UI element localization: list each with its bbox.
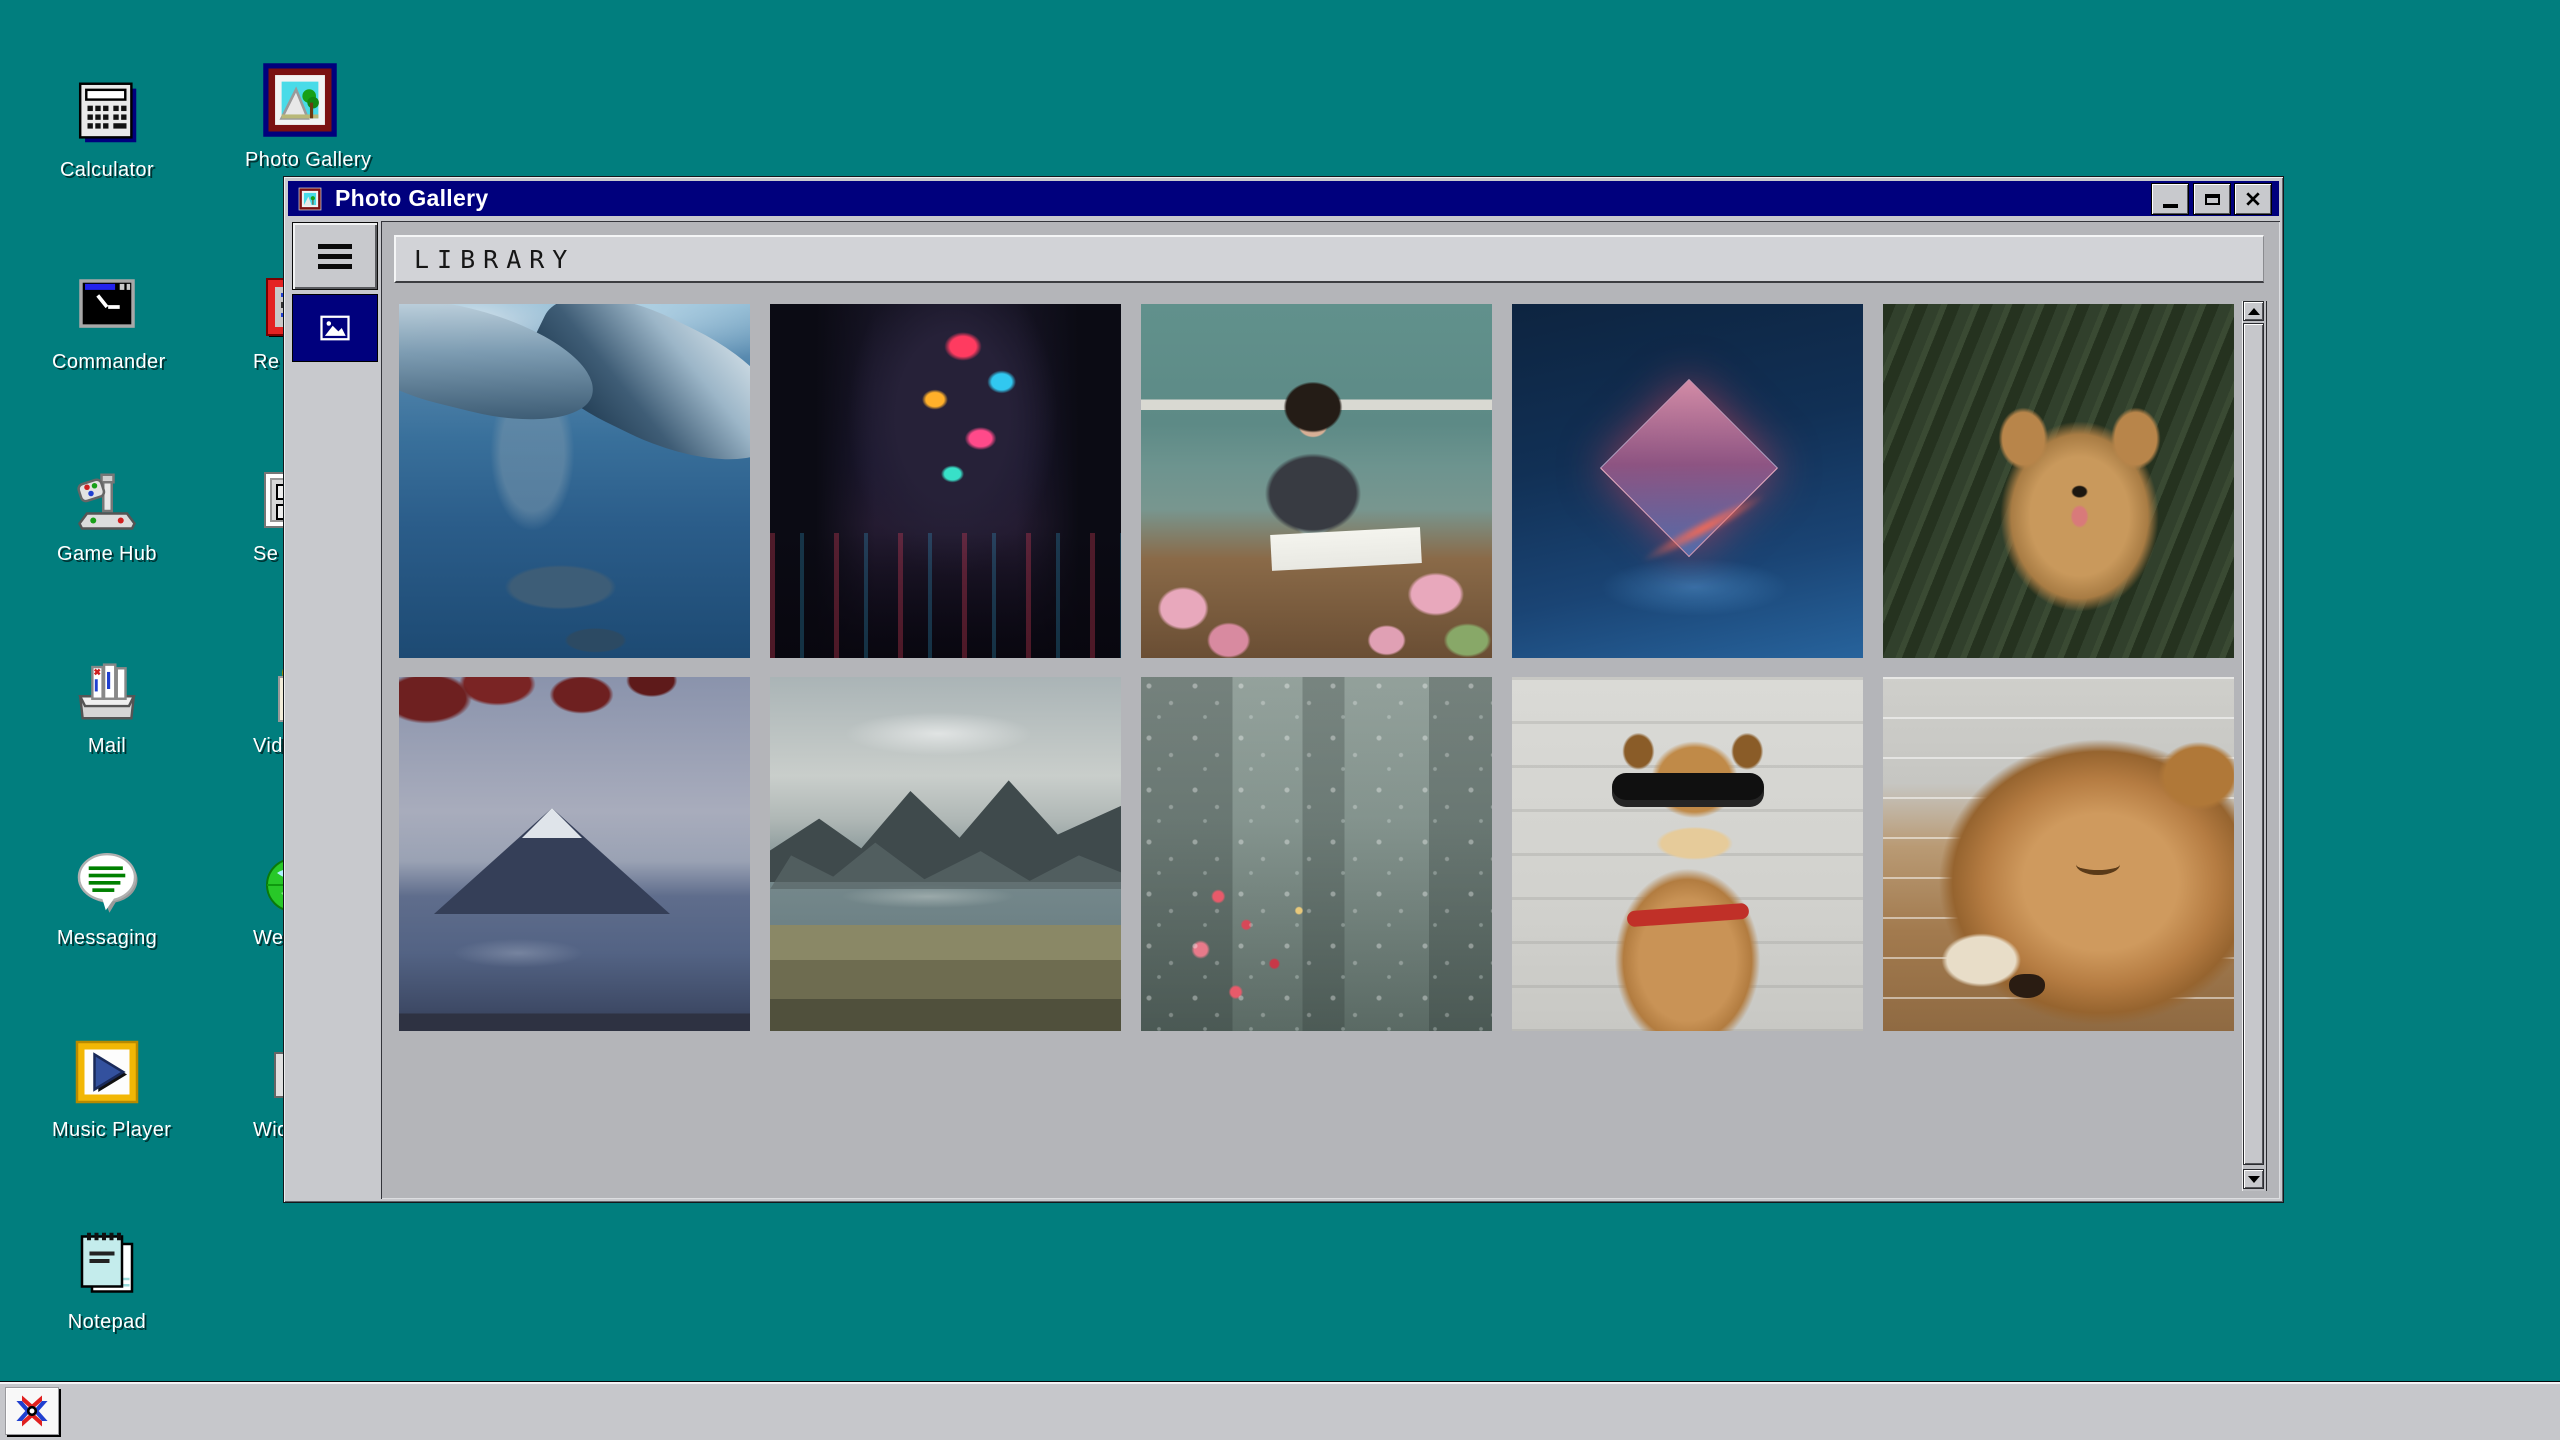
joystick-icon bbox=[67, 456, 147, 536]
framed-photo-icon bbox=[297, 186, 323, 212]
desktop-icon-label: Game Hub bbox=[52, 543, 162, 566]
desktop-icon-notepad[interactable]: Notepad bbox=[52, 1224, 162, 1334]
framed-photo-icon bbox=[258, 58, 342, 142]
window-titlebar[interactable]: Photo Gallery bbox=[288, 181, 2279, 216]
desktop-icon-label: Commander bbox=[52, 351, 162, 374]
taskbar: 321 λ# 8:05 PM bbox=[0, 1381, 2560, 1440]
vertical-scrollbar[interactable] bbox=[2242, 301, 2267, 1191]
photo-thumbnail-mount-fuji[interactable] bbox=[399, 677, 750, 1031]
desktop-icon-calculator[interactable]: Calculator bbox=[52, 72, 162, 182]
desktop: Calculator Commander Game Hub Mail Messa… bbox=[0, 0, 2560, 1440]
scroll-down-button[interactable] bbox=[2243, 1169, 2264, 1189]
desktop-icon-mail[interactable]: Mail bbox=[52, 648, 162, 758]
arrow-down-icon bbox=[2248, 1176, 2260, 1183]
desktop-icon-label: Mail bbox=[52, 735, 162, 758]
photo-thumbnail-sleeping-shiba[interactable] bbox=[1883, 677, 2234, 1031]
desktop-icon-game-hub[interactable]: Game Hub bbox=[52, 456, 162, 566]
desktop-icon-messaging[interactable]: Messaging bbox=[52, 840, 162, 950]
desktop-icon-label: Photo Gallery bbox=[245, 149, 355, 172]
photo-thumbnail-mountain-lake[interactable] bbox=[770, 677, 1121, 1031]
arrow-up-icon bbox=[2248, 308, 2260, 315]
photo-thumbnail-neon-street[interactable] bbox=[770, 304, 1121, 658]
desktop-icon-label: Music Player bbox=[52, 1119, 162, 1142]
sidebar-item-photos[interactable] bbox=[292, 294, 378, 362]
start-button[interactable] bbox=[5, 1387, 59, 1435]
desktop-icon-label: Calculator bbox=[52, 159, 162, 182]
hamburger-icon bbox=[318, 244, 352, 269]
library-panel: LIBRARY bbox=[381, 221, 2280, 1199]
photo-thumbnail-flower-shop[interactable] bbox=[1141, 304, 1492, 658]
play-icon bbox=[67, 1032, 147, 1112]
window-title: Photo Gallery bbox=[335, 185, 488, 212]
close-icon bbox=[2245, 192, 2261, 206]
minimize-button[interactable] bbox=[2151, 183, 2189, 215]
scroll-up-button[interactable] bbox=[2243, 301, 2264, 321]
maximize-button[interactable] bbox=[2193, 183, 2231, 215]
library-header-bar: LIBRARY bbox=[394, 235, 2264, 283]
terminal-icon bbox=[67, 270, 147, 344]
notepad-icon bbox=[67, 1224, 147, 1304]
maximize-icon bbox=[2205, 194, 2220, 205]
start-logo-icon bbox=[12, 1391, 52, 1431]
desktop-icon-music-player[interactable]: Music Player bbox=[52, 1032, 162, 1142]
mail-icon bbox=[67, 650, 147, 728]
photos-icon bbox=[317, 310, 353, 346]
desktop-icon-photo-gallery[interactable]: Photo Gallery bbox=[245, 62, 355, 172]
photo-thumbnail-sunglasses-dog[interactable] bbox=[1512, 677, 1863, 1031]
photo-thumbnail-dolphins[interactable] bbox=[399, 304, 750, 658]
window-sidebar bbox=[288, 220, 381, 1198]
close-button[interactable] bbox=[2234, 183, 2272, 215]
menu-button[interactable] bbox=[292, 222, 378, 290]
library-header: LIBRARY bbox=[414, 245, 575, 274]
desktop-icon-label: Notepad bbox=[52, 1311, 162, 1334]
photo-thumbnail-retriever-ivy[interactable] bbox=[1883, 304, 2234, 658]
speech-bubble-icon bbox=[67, 842, 147, 920]
minimize-icon bbox=[2163, 204, 2178, 208]
desktop-icon-label: Messaging bbox=[52, 927, 162, 950]
photo-gallery-window: Photo Gallery LIBRARY bbox=[283, 176, 2284, 1203]
desktop-icon-commander[interactable]: Commander bbox=[52, 264, 162, 374]
photo-thumbnail-glass-cube[interactable] bbox=[1512, 304, 1863, 658]
photo-thumbnail-rainy-window[interactable] bbox=[1141, 677, 1492, 1031]
calculator-icon bbox=[67, 74, 147, 152]
scrollbar-thumb[interactable] bbox=[2243, 323, 2264, 1165]
